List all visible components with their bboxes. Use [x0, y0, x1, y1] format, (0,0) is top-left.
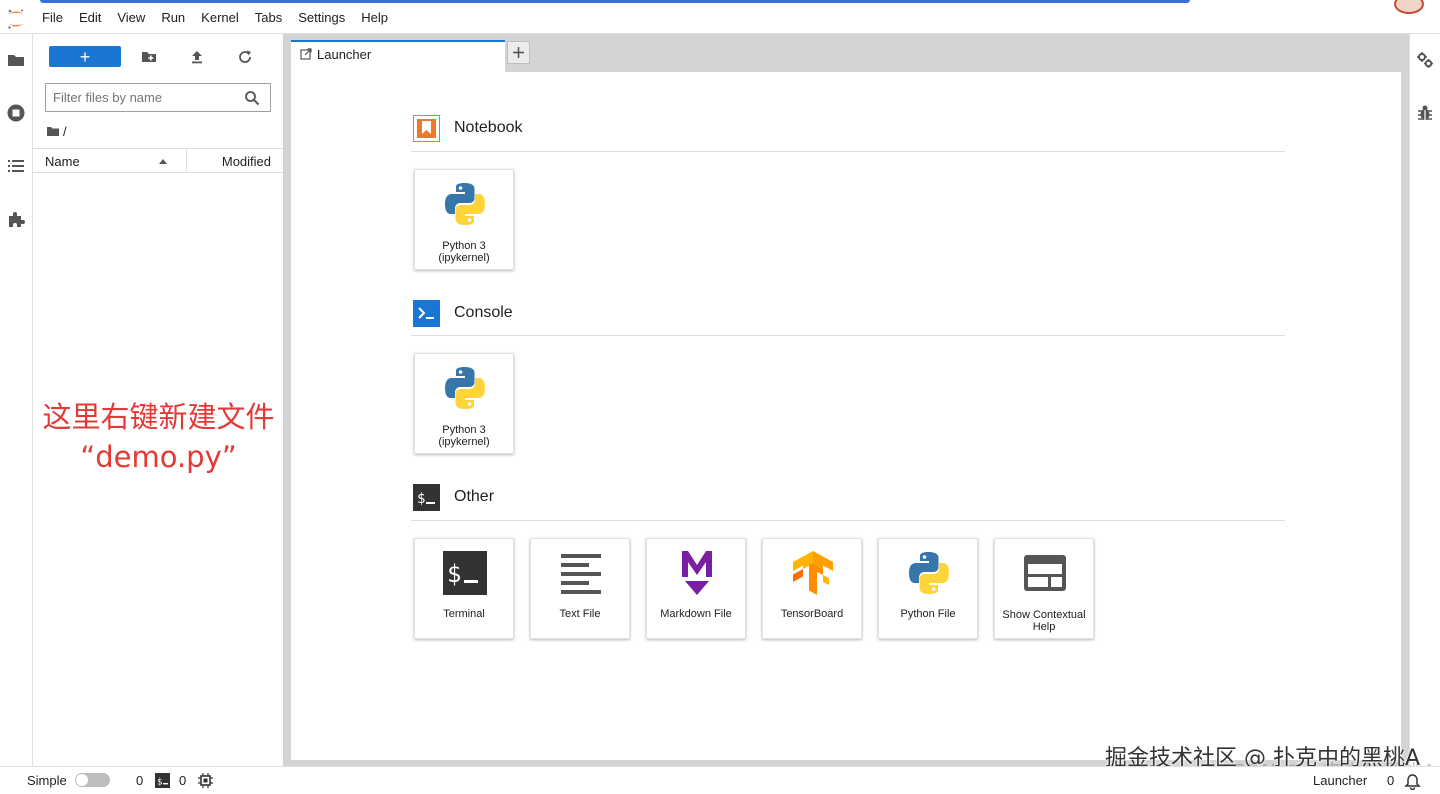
menu-settings[interactable]: Settings: [290, 10, 353, 25]
launcher-panel: Notebook Python 3 (ipykernel) Console Py…: [291, 72, 1401, 760]
menu-run[interactable]: Run: [153, 10, 193, 25]
simple-mode-label: Simple: [27, 773, 67, 788]
menu-tabs[interactable]: Tabs: [247, 10, 290, 25]
breadcrumb-root[interactable]: /: [63, 124, 67, 139]
card-label: Python 3 (ipykernel): [438, 424, 490, 448]
filter-files-input[interactable]: [46, 84, 236, 111]
card-label: Python File: [900, 608, 956, 620]
annotation-text: 这里右键新建文件 “demo.py”: [33, 397, 284, 477]
launcher-card-notebook-python3[interactable]: Python 3 (ipykernel): [414, 169, 514, 270]
menu-file[interactable]: File: [34, 10, 71, 25]
column-modified-header[interactable]: Modified: [222, 154, 271, 169]
file-browser-panel[interactable]: + / Name: [33, 34, 284, 766]
python-icon: [445, 367, 485, 409]
annotation-line-2: “demo.py”: [80, 440, 237, 474]
kernels-count[interactable]: 0: [179, 773, 186, 788]
tab-launcher-label: Launcher: [317, 47, 372, 62]
python-icon: [445, 183, 485, 225]
menu-bar: File Edit View Run Kernel Tabs Settings …: [0, 0, 1440, 34]
left-activity-bar: [0, 34, 33, 766]
right-activity-bar: [1409, 34, 1440, 766]
active-document-label: Launcher: [1313, 773, 1368, 788]
filter-files-box: [45, 83, 271, 112]
simple-mode-toggle[interactable]: [75, 773, 110, 787]
svg-text:$: $: [417, 491, 425, 507]
new-launcher-button-label: +: [79, 46, 91, 67]
launcher-card-markdown-file[interactable]: Markdown File: [646, 538, 746, 639]
markdown-icon: [682, 551, 712, 595]
terminal-section-icon: $: [413, 483, 440, 511]
property-inspector-icon[interactable]: [1416, 51, 1434, 69]
extension-manager-icon[interactable]: [6, 209, 26, 229]
status-bar: Simple 0 $ 0 Launcher 0: [0, 766, 1440, 794]
other-section-title: Other: [454, 488, 495, 505]
avatar[interactable]: [1394, 0, 1424, 14]
card-label: Markdown File: [660, 608, 732, 620]
launcher-tab-icon: [300, 48, 312, 60]
console-section-title: Console: [454, 304, 513, 321]
other-section-divider: [411, 520, 1285, 521]
column-name-header[interactable]: Name: [45, 154, 80, 169]
debugger-icon[interactable]: [1416, 104, 1434, 122]
new-folder-icon[interactable]: [139, 47, 159, 67]
card-label: Text File: [559, 608, 601, 620]
menu-items: File Edit View Run Kernel Tabs Settings …: [34, 0, 396, 34]
notebook-section-header: Notebook: [413, 114, 523, 142]
file-list-header: Name Modified: [33, 148, 283, 173]
card-label: Terminal: [443, 608, 485, 620]
text-file-icon: [561, 554, 601, 594]
tab-launcher[interactable]: Launcher: [291, 40, 505, 72]
terminal-icon: $: [443, 551, 487, 595]
refresh-icon[interactable]: [235, 47, 255, 67]
notification-count: 0: [1387, 773, 1395, 788]
terminals-count[interactable]: 0: [136, 773, 143, 788]
search-icon[interactable]: [244, 90, 260, 106]
console-section-divider: [411, 335, 1285, 336]
launcher-card-console-python3[interactable]: Python 3 (ipykernel): [414, 353, 514, 454]
notebook-section-divider: [411, 151, 1285, 152]
svg-text:$: $: [157, 778, 162, 788]
menu-edit[interactable]: Edit: [71, 10, 109, 25]
breadcrumb[interactable]: /: [47, 123, 67, 139]
card-label: TensorBoard: [780, 608, 844, 620]
launcher-card-contextual-help[interactable]: Show Contextual Help: [994, 538, 1094, 639]
jupyter-logo-icon: [8, 9, 23, 29]
menu-kernel[interactable]: Kernel: [193, 10, 247, 25]
kernel-status-icon[interactable]: [198, 773, 213, 788]
card-label: Python 3 (ipykernel): [438, 240, 490, 264]
terminal-status-icon[interactable]: $: [155, 773, 170, 788]
add-tab-button[interactable]: [507, 41, 530, 64]
python-icon: [909, 552, 949, 594]
breadcrumb-folder-icon: [47, 127, 59, 136]
column-divider[interactable]: [186, 149, 187, 173]
launcher-card-text-file[interactable]: Text File: [530, 538, 630, 639]
plus-icon: [513, 47, 524, 58]
notebook-section-title: Notebook: [454, 119, 523, 136]
contextual-help-icon: [1024, 555, 1066, 591]
table-of-contents-icon[interactable]: [6, 156, 26, 176]
menu-view[interactable]: View: [109, 10, 153, 25]
svg-text:$: $: [447, 560, 461, 588]
running-sessions-icon[interactable]: [6, 103, 26, 123]
launcher-card-terminal[interactable]: $ Terminal: [414, 538, 514, 639]
launcher-card-python-file[interactable]: Python File: [878, 538, 978, 639]
other-section-header: $ Other: [413, 483, 494, 511]
card-label: Show Contextual Help: [1002, 609, 1086, 633]
folder-icon[interactable]: [6, 50, 26, 70]
upload-icon[interactable]: [187, 47, 207, 67]
console-icon: [413, 299, 440, 327]
notebook-icon: [413, 114, 440, 142]
notification-bell-icon[interactable]: [1404, 773, 1421, 790]
annotation-line-1: 这里右键新建文件: [42, 400, 275, 434]
launcher-card-tensorboard[interactable]: TensorBoard: [762, 538, 862, 639]
jupyterlab-window: File Edit View Run Kernel Tabs Settings …: [0, 0, 1440, 794]
tensorboard-icon: [793, 551, 833, 595]
toggle-knob: [76, 774, 88, 786]
console-section-header: Console: [413, 299, 513, 327]
menu-help[interactable]: Help: [353, 10, 396, 25]
sort-ascending-icon[interactable]: [158, 157, 168, 165]
new-launcher-button[interactable]: +: [49, 46, 121, 67]
